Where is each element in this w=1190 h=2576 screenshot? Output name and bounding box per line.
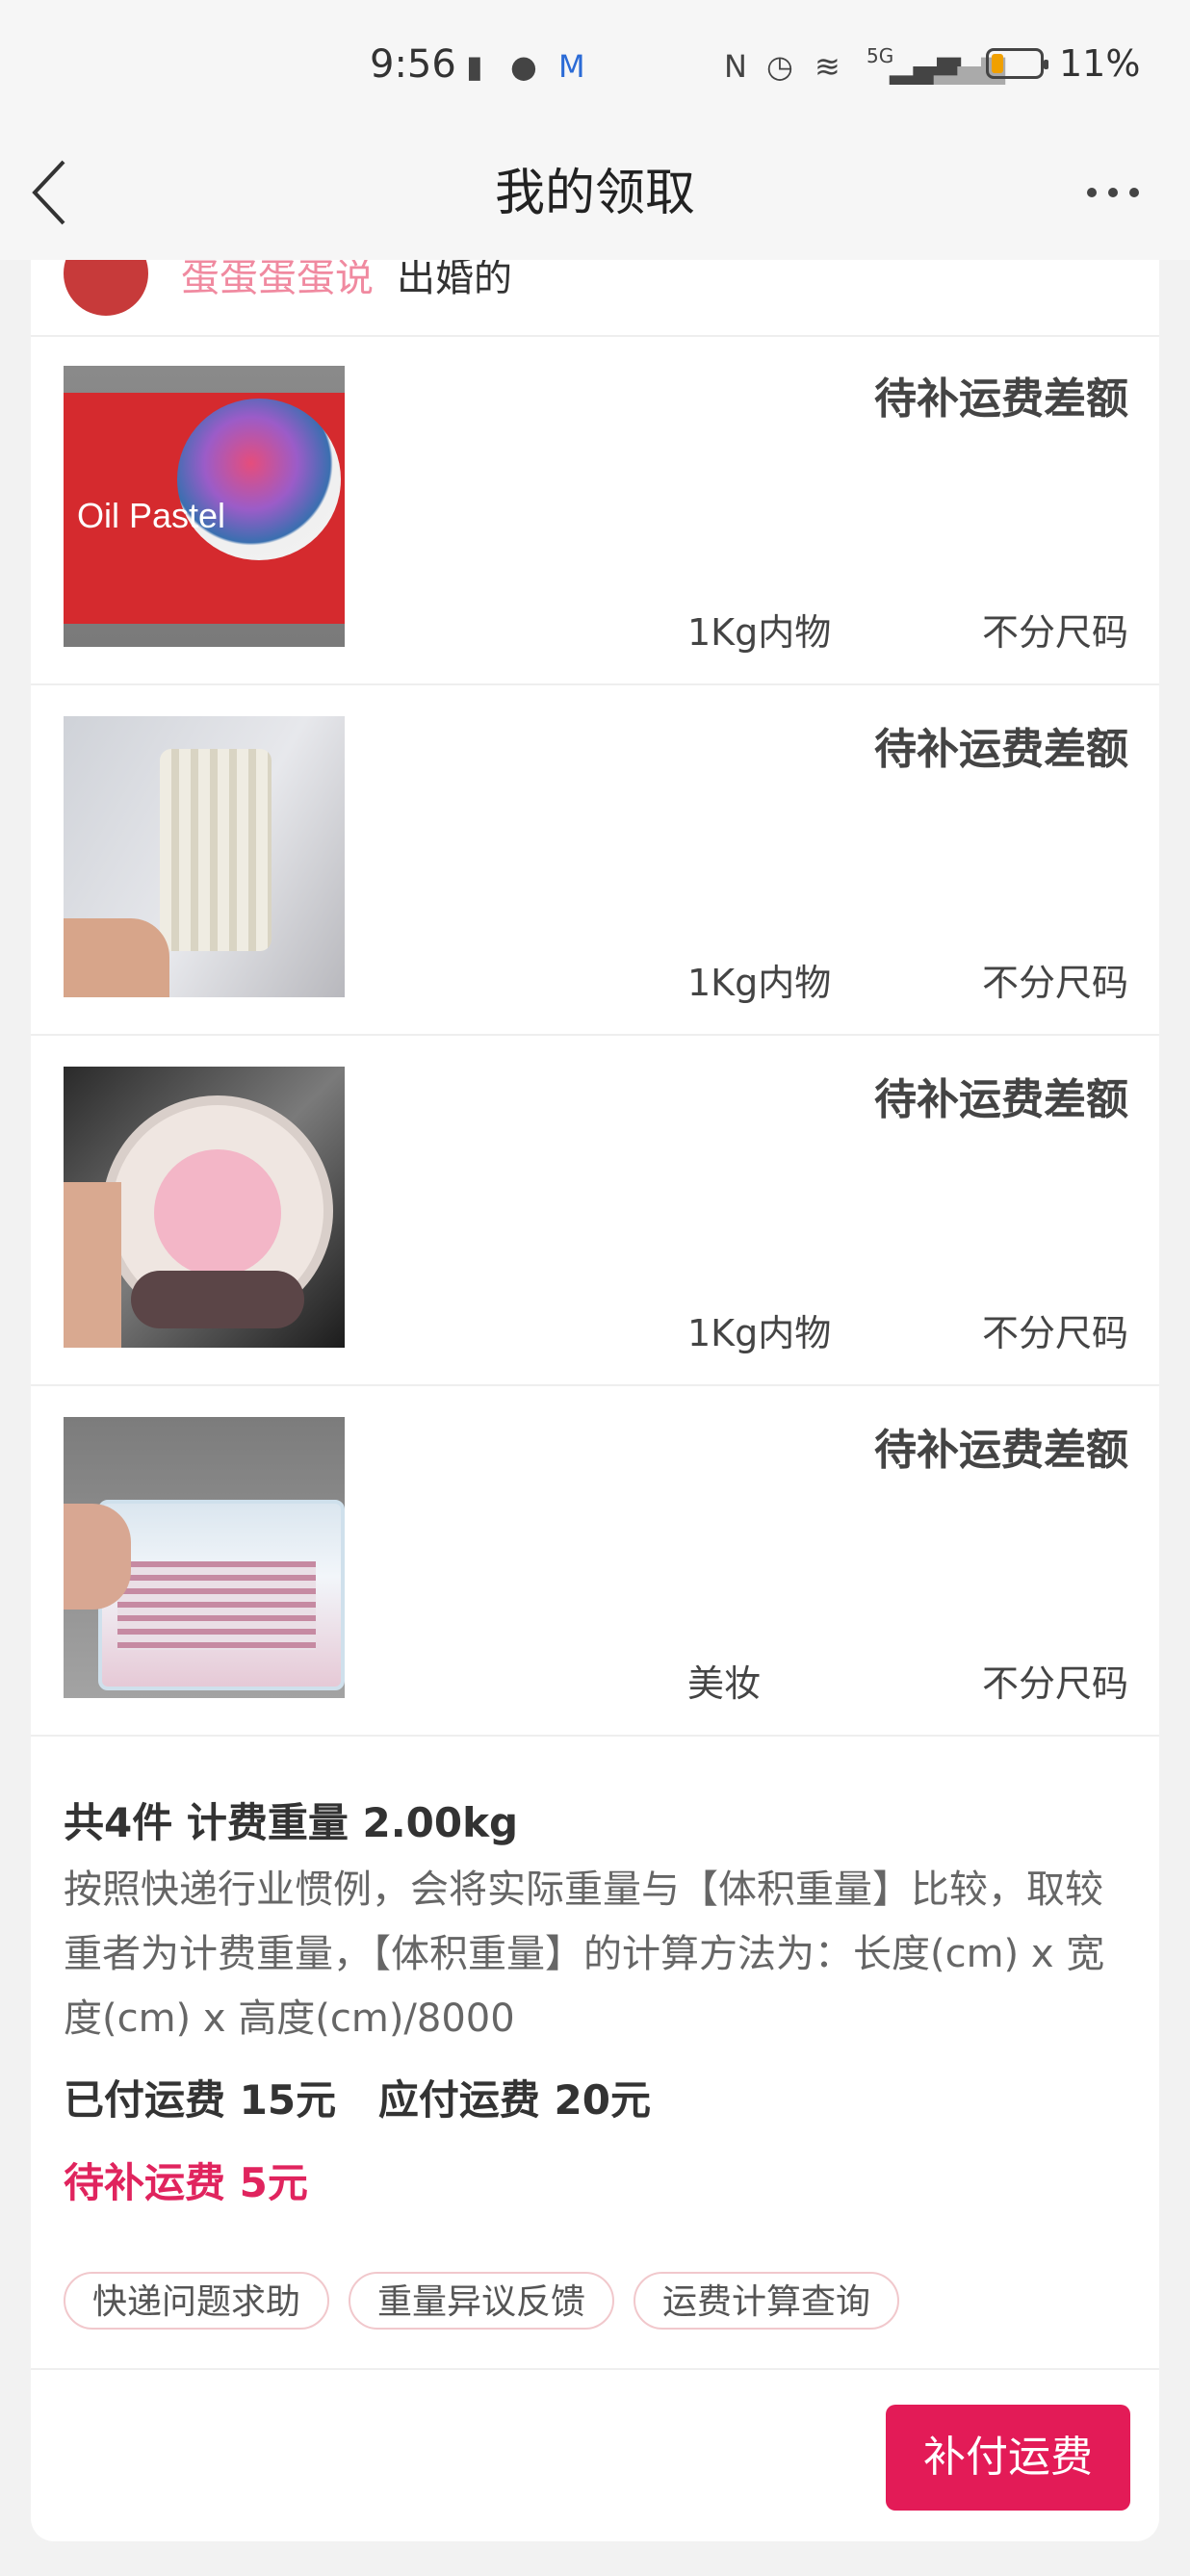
product-image[interactable] <box>64 1067 345 1348</box>
page-title: 我的领取 <box>494 165 695 222</box>
chip-fee-query[interactable]: 运费计算查询 <box>634 2272 899 2330</box>
nfc-icon: N <box>724 48 747 85</box>
wifi-icon: ≋ <box>815 48 841 85</box>
list-item[interactable]: 待补运费差额 1Kg内物 不分尺码 <box>31 685 1159 1036</box>
status-time: 9:56 <box>370 42 456 87</box>
count-weight: 共4件 计费重量 2.00kg <box>64 1799 519 1846</box>
pending-shipping: 待补运费 5元 <box>64 2159 308 2206</box>
nav-bar: 我的领取 <box>0 135 1190 260</box>
item-size: 不分尺码 <box>981 611 1128 654</box>
item-spec: 1Kg内物 <box>687 1312 832 1354</box>
item-size: 不分尺码 <box>981 1312 1128 1354</box>
sender-action: 出婚的 <box>397 260 512 300</box>
chip-shipping-help[interactable]: 快递问题求助 <box>64 2272 329 2330</box>
chip-weight-feedback[interactable]: 重量异议反馈 <box>349 2272 614 2330</box>
item-spec: 1Kg内物 <box>687 962 832 1004</box>
product-image[interactable]: Oil Pastel <box>64 366 345 647</box>
item-status: 待补运费差额 <box>874 725 1128 774</box>
battery-percent: 11% <box>1059 42 1141 85</box>
item-size: 不分尺码 <box>981 1662 1128 1705</box>
pay-shipping-button[interactable]: 补付运费 <box>886 2405 1130 2511</box>
item-status: 待补运费差额 <box>874 1426 1128 1475</box>
sim-alert-icon: ▮ <box>466 48 483 85</box>
battery-icon <box>986 48 1048 79</box>
status-bar: 9:56 ▮ ● M N ◷ ≋ 5G ▂▄▆ ▂▄▆ 11% <box>0 0 1190 135</box>
item-spec: 1Kg内物 <box>687 611 832 654</box>
paid-due-shipping: 已付运费 15元 应付运费 20元 <box>64 2076 652 2124</box>
item-status: 待补运费差额 <box>874 1075 1128 1124</box>
alarm-icon: ◷ <box>766 48 793 85</box>
wechat-icon: ● <box>510 48 537 85</box>
item-status: 待补运费差额 <box>874 374 1128 424</box>
product-image[interactable] <box>64 716 345 997</box>
sender-nickname[interactable]: 蛋蛋蛋蛋说 <box>181 260 374 302</box>
list-item[interactable]: 待补运费差额 1Kg内物 不分尺码 <box>31 1036 1159 1386</box>
sender-row: 蛋蛋蛋蛋说 出婚的 <box>31 260 1159 337</box>
avatar[interactable] <box>64 260 148 316</box>
item-size: 不分尺码 <box>981 962 1128 1004</box>
more-icon[interactable] <box>1084 173 1142 212</box>
product-image[interactable] <box>64 1417 345 1698</box>
mail-icon: M <box>558 48 585 85</box>
item-spec: 美妆 <box>687 1662 762 1705</box>
divider <box>31 2368 1159 2370</box>
list-item[interactable]: 待补运费差额 美妆 不分尺码 <box>31 1386 1159 1737</box>
product-image-text: Oil Pastel <box>77 496 226 535</box>
list-item[interactable]: Oil Pastel 待补运费差额 1Kg内物 不分尺码 <box>31 335 1159 685</box>
weight-description: 按照快递行业惯例，会将实际重量与【体积重量】比较，取较重者为计费重量，【体积重量… <box>64 1868 1105 2041</box>
shipping-summary: 共4件 计费重量 2.00kg 按照快递行业惯例，会将实际重量与【体积重量】比较… <box>64 1790 1132 2206</box>
claim-card: 蛋蛋蛋蛋说 出婚的 Oil Pastel 待补运费差额 1Kg内物 不分尺码 待… <box>31 260 1159 2541</box>
